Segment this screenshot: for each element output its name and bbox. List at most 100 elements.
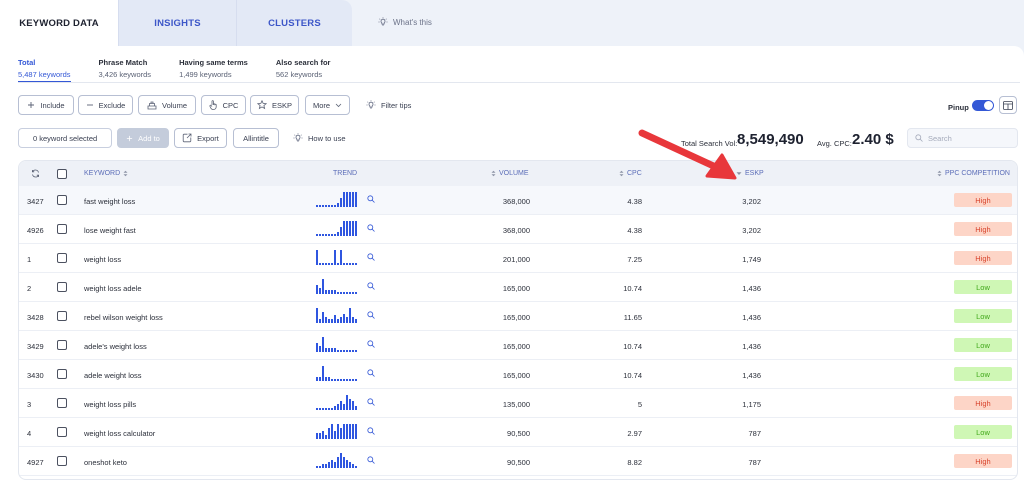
allintitle-button[interactable]: Allintitle <box>233 128 279 148</box>
search-icon[interactable] <box>367 253 375 261</box>
trend-bar <box>334 406 336 410</box>
trend-bar <box>349 192 351 207</box>
search-input[interactable]: Search <box>907 128 1018 148</box>
table-row[interactable]: 4926 lose weight fast 368,000 4.38 3,202 High <box>19 215 1017 244</box>
trend-bar <box>325 263 327 265</box>
trend-bar <box>316 433 318 439</box>
trend-bar <box>325 377 327 381</box>
search-icon[interactable] <box>367 311 375 319</box>
subtab-count: 1,499 keywords <box>179 70 232 79</box>
subtab-total[interactable]: Total 5,487 keywords <box>18 58 71 82</box>
trend-bar <box>349 221 351 236</box>
exclude-button[interactable]: Exclude <box>78 95 133 115</box>
volume-cell: 165,000 <box>502 371 530 380</box>
trend-bar <box>355 192 357 207</box>
column-header-volume[interactable]: VOLUME <box>491 170 529 177</box>
trend-bar <box>328 290 330 294</box>
row-checkbox[interactable] <box>57 398 67 408</box>
row-checkbox[interactable] <box>57 195 67 205</box>
table-row[interactable]: 4927 oneshot keto 90,500 8.82 787 High <box>19 447 1017 476</box>
volume-cell: 201,000 <box>502 255 530 264</box>
row-checkbox[interactable] <box>57 253 67 263</box>
subtab-phrase-match[interactable]: Phrase Match 3,426 keywords <box>99 58 152 82</box>
search-icon[interactable] <box>367 282 375 290</box>
toggle-knob <box>984 101 993 110</box>
trend-bar <box>334 290 336 294</box>
subtab-also-search[interactable]: Also search for 562 keywords <box>276 58 331 82</box>
eskp-cell: 787 <box>748 458 761 467</box>
subtab-same-terms[interactable]: Having same terms 1,499 keywords <box>179 58 248 82</box>
trend-chart <box>316 395 362 410</box>
export-button[interactable]: Export <box>174 128 227 148</box>
pinup-toggle[interactable] <box>972 100 994 111</box>
trend-bar <box>343 379 345 381</box>
trend-bar <box>325 205 327 207</box>
trend-bar <box>331 234 333 236</box>
search-icon[interactable] <box>367 456 375 464</box>
row-id: 4926 <box>27 226 44 235</box>
row-checkbox[interactable] <box>57 311 67 321</box>
search-icon[interactable] <box>367 398 375 406</box>
trend-chart <box>316 250 362 265</box>
keyword-cell: lose weight fast <box>84 226 136 235</box>
trend-bar <box>316 308 318 323</box>
trend-bar <box>319 433 321 439</box>
columns-icon <box>1003 100 1013 110</box>
subtab-title: Phrase Match <box>98 58 148 67</box>
column-header-competition[interactable]: PPC COMPETITION <box>937 170 1010 177</box>
trend-bar <box>352 379 354 381</box>
table-row[interactable]: 3429 adele's weight loss 165,000 10.74 1,436… <box>19 331 1017 360</box>
include-button[interactable]: Include <box>18 95 74 115</box>
search-placeholder: Search <box>928 133 952 143</box>
trend-bar <box>316 408 318 410</box>
row-checkbox[interactable] <box>57 369 67 379</box>
search-icon[interactable] <box>367 340 375 348</box>
add-to-button[interactable]: Add to <box>117 128 169 148</box>
more-filters-button[interactable]: More <box>305 95 350 115</box>
table-row[interactable]: 3427 fast weight loss 368,000 4.38 3,202 High <box>19 186 1017 215</box>
select-all-checkbox[interactable] <box>57 169 67 179</box>
table-row[interactable]: 4 weight loss calculator 90,500 2.97 787 Low <box>19 418 1017 447</box>
refresh-icon[interactable] <box>31 169 40 178</box>
cpc-filter-button[interactable]: CPC <box>201 95 246 115</box>
plus-icon <box>127 135 133 141</box>
keyword-cell: weight loss <box>84 255 122 264</box>
whats-this-link[interactable]: What's this <box>378 17 432 27</box>
trend-bar <box>325 348 327 352</box>
volume-filter-button[interactable]: Volume <box>138 95 196 115</box>
layout-button[interactable] <box>999 96 1017 114</box>
table-row[interactable]: 3428 rebel wilson weight loss 165,000 11.65… <box>19 302 1017 331</box>
filter-tips-link[interactable]: Filter tips <box>366 100 411 110</box>
table-row[interactable]: 3430 adele weight loss 165,000 10.74 1,436 Lo… <box>19 360 1017 389</box>
eskp-filter-button[interactable]: ESKP <box>250 95 299 115</box>
row-id: 2 <box>27 284 32 293</box>
trend-bar <box>346 395 348 410</box>
trend-bar <box>355 466 357 468</box>
trend-bar <box>355 406 357 410</box>
search-icon[interactable] <box>367 427 375 435</box>
tab-keyword-data[interactable]: KEYWORD DATA <box>0 0 118 46</box>
search-icon[interactable] <box>367 195 375 203</box>
trend-bar <box>343 263 345 265</box>
allintitle-label: Allintitle <box>243 133 269 143</box>
row-checkbox[interactable] <box>57 282 67 292</box>
tab-insights[interactable]: INSIGHTS <box>118 0 236 46</box>
eskp-cell: 1,436 <box>742 284 761 293</box>
add-to-label: Add to <box>138 133 160 143</box>
row-checkbox[interactable] <box>57 427 67 437</box>
eskp-cell: 787 <box>748 429 761 438</box>
column-header-keyword[interactable]: KEYWORD <box>84 170 128 177</box>
tab-clusters[interactable]: CLUSTERS <box>236 0 352 46</box>
table-row[interactable]: 1 weight loss 201,000 7.25 1,749 High <box>19 244 1017 273</box>
row-checkbox[interactable] <box>57 340 67 350</box>
search-icon[interactable] <box>367 224 375 232</box>
how-to-use-link[interactable]: How to use <box>293 133 346 143</box>
row-checkbox[interactable] <box>57 224 67 234</box>
table-row[interactable]: 3 weight loss pills 135,000 5 1,175 High <box>19 389 1017 418</box>
keyword-cell: weight loss adele <box>84 284 142 293</box>
keyword-cell: weight loss calculator <box>84 429 156 438</box>
row-checkbox[interactable] <box>57 456 67 466</box>
trend-bar <box>331 379 333 381</box>
search-icon[interactable] <box>367 369 375 377</box>
table-row[interactable]: 2 weight loss adele 165,000 10.74 1,436 Low <box>19 273 1017 302</box>
